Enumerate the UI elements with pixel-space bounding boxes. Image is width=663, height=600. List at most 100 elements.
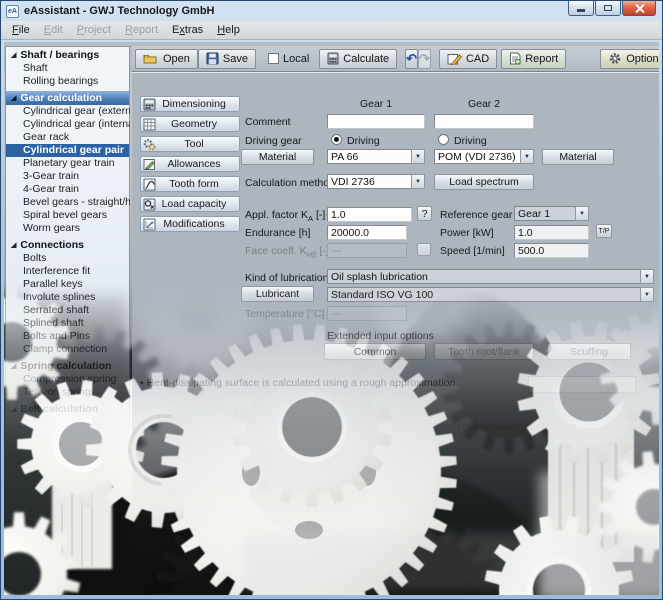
sidebar-item-involute-splines[interactable]: Involute splines	[6, 291, 129, 304]
nav-tooth-form-button[interactable]: Tooth form	[140, 176, 240, 192]
gear1-header: Gear 1	[327, 98, 425, 110]
chevron-down-icon[interactable]: ▼	[520, 149, 534, 164]
sidebar-header-label: Spring calculation	[20, 360, 111, 372]
calculation-method-select[interactable]: VDI 2736▼	[327, 174, 425, 189]
open-button[interactable]: Open	[135, 49, 198, 69]
driving-gear2-radio[interactable]	[438, 134, 449, 145]
torque-power-toggle-button[interactable]: T/P	[596, 224, 612, 238]
options-button[interactable]: Options	[600, 49, 659, 69]
chevron-down-icon[interactable]: ▼	[411, 174, 425, 189]
local-checkbox[interactable]: Local	[268, 53, 309, 65]
nav-modifications-button[interactable]: Modifications	[140, 216, 240, 232]
extended-common-button[interactable]: Common	[324, 343, 426, 360]
sidebar-item-worm-gears[interactable]: Worm gears	[6, 222, 129, 235]
sidebar-item-shaft[interactable]: Shaft	[6, 62, 129, 75]
material-gear1-select[interactable]: PA 66▼	[327, 149, 425, 164]
menu-item-file[interactable]: File	[5, 22, 37, 38]
sidebar-item-3-gear-train[interactable]: 3-Gear train	[6, 170, 129, 183]
menu-item-extras[interactable]: Extras	[165, 22, 210, 38]
material-gear2-button[interactable]: Material	[542, 149, 614, 165]
expander-icon: ◢	[11, 242, 16, 249]
undo-button[interactable]: ↶	[405, 49, 418, 69]
sidebar-item-clamp-connection[interactable]: Clamp connection	[6, 343, 129, 356]
sidebar-item-tension-spring[interactable]: Tension spring	[6, 386, 129, 399]
load-spectrum-button[interactable]: Load spectrum	[434, 174, 534, 190]
lubricant-button[interactable]: Lubricant	[241, 286, 314, 302]
sidebar-item-cylindrical-gear-pair[interactable]: Cylindrical gear pair	[6, 144, 129, 157]
sidebar-item-planetary-gear-train[interactable]: Planetary gear train	[6, 157, 129, 170]
application-factor-help-button[interactable]: ?	[417, 206, 432, 221]
calculator-icon	[327, 52, 339, 65]
nav-dimensioning-button[interactable]: Dimensioning	[140, 96, 240, 112]
calculation-method-value: VDI 2736	[327, 174, 412, 189]
nav-button-label: Tool	[159, 138, 229, 150]
chevron-down-icon[interactable]: ▼	[575, 206, 589, 221]
nav-load-capacity-button[interactable]: Load capacity	[140, 196, 240, 212]
lubrication-kind-value: Oil splash lubrication	[327, 269, 641, 284]
lubrication-kind-select[interactable]: Oil splash lubrication▼	[327, 269, 654, 284]
sidebar-item-splined-shaft[interactable]: Splined shaft	[6, 317, 129, 330]
sidebar-item-cylindrical-gear-internal[interactable]: Cylindrical gear (internal)	[6, 118, 129, 131]
report-button[interactable]: Report	[501, 49, 566, 69]
maximize-button[interactable]	[595, 1, 621, 16]
minimize-button[interactable]	[568, 1, 594, 16]
sidebar-item-bolts-and-pins[interactable]: Bolts and Pins	[6, 330, 129, 343]
comment-gear2-input[interactable]	[434, 114, 534, 129]
sidebar-header-spring-calculation[interactable]: ◢Spring calculation	[6, 359, 129, 373]
sidebar-header-label: Gear calculation	[20, 92, 102, 104]
sidebar-header-belt-calculation[interactable]: ◢Belt calculation	[6, 402, 129, 416]
cad-button[interactable]: CAD	[439, 49, 497, 69]
comment-gear1-input[interactable]	[327, 114, 425, 129]
extended-options-label: Extended input options	[327, 330, 434, 342]
sidebar-item-bevel-gears-straight-helical[interactable]: Bevel gears - straight/helical	[6, 196, 129, 209]
sidebar-item-rolling-bearings[interactable]: Rolling bearings	[6, 75, 129, 88]
sidebar-item-parallel-keys[interactable]: Parallel keys	[6, 278, 129, 291]
sidebar-item-gear-rack[interactable]: Gear rack	[6, 131, 129, 144]
calculate-button[interactable]: Calculate	[319, 49, 397, 69]
speed-input[interactable]: 500.0	[514, 243, 589, 258]
driving-gear1-radio[interactable]	[331, 134, 342, 145]
reference-gear-select[interactable]: Gear 1▼	[514, 206, 589, 221]
dimensioning-icon	[143, 98, 157, 111]
sidebar-item-compression-spring[interactable]: Compression spring	[6, 373, 129, 386]
extended-tooth-rootflank-button: Tooth root/flank	[434, 343, 534, 360]
maximize-icon	[604, 5, 612, 11]
sidebar-item-spiral-bevel-gears[interactable]: Spiral bevel gears	[6, 209, 129, 222]
power-input[interactable]: 1.0	[514, 225, 589, 240]
sidebar-header-shaft-bearings[interactable]: ◢Shaft / bearings	[6, 48, 129, 62]
reference-gear-label: Reference gear	[440, 209, 512, 221]
sidebar-item-cylindrical-gear-external[interactable]: Cylindrical gear (external)	[6, 105, 129, 118]
chevron-down-icon[interactable]: ▼	[640, 269, 654, 284]
title-bar[interactable]: eA eAssistant - GWJ Technology GmbH	[1, 1, 662, 21]
lubricant-select[interactable]: Standard ISO VG 100▼	[327, 287, 654, 302]
nav-button-label: Allowances	[159, 158, 229, 170]
nav-geometry-button[interactable]: Geometry	[140, 116, 240, 132]
chevron-down-icon[interactable]: ▼	[640, 287, 654, 302]
application-factor-input[interactable]: 1.0	[327, 207, 412, 222]
endurance-input[interactable]: 20000.0	[327, 225, 407, 240]
expander-icon: ◢	[11, 406, 16, 413]
toolbar-button-label: Calculate	[343, 53, 389, 65]
sidebar-item-interference-fit[interactable]: Interference fit	[6, 265, 129, 278]
toolbar: OpenSave Local Calculate ↶↷ CADReport Options…	[132, 46, 659, 72]
material-gear1-button[interactable]: Material	[241, 149, 314, 165]
save-button[interactable]: Save	[198, 49, 256, 69]
sidebar-item-serrated-shaft[interactable]: Serrated shaft	[6, 304, 129, 317]
sidebar-item-4-gear-train[interactable]: 4-Gear train	[6, 183, 129, 196]
face-coefficient-label: Face coeff. KHβ [-]	[245, 245, 329, 259]
close-button[interactable]	[622, 1, 656, 16]
sidebar-item-bolts[interactable]: Bolts	[6, 252, 129, 265]
nav-allowances-button[interactable]: Allowances	[140, 156, 240, 172]
options-gear-icon	[608, 52, 622, 65]
checkbox-box[interactable]	[268, 53, 279, 64]
chevron-down-icon[interactable]: ▼	[411, 149, 425, 164]
window-controls	[568, 1, 656, 16]
nav-tool-button[interactable]: Tool	[140, 136, 240, 152]
sidebar-header-gear-calculation[interactable]: ◢Gear calculation	[6, 91, 129, 105]
menu-item-help[interactable]: Help	[210, 22, 247, 38]
redo-button: ↷	[418, 49, 431, 69]
material-gear2-select[interactable]: POM (VDI 2736)▼	[434, 149, 534, 164]
redo-icon: ↷	[419, 52, 430, 65]
minimize-icon	[577, 9, 585, 12]
sidebar-header-connections[interactable]: ◢Connections	[6, 238, 129, 252]
